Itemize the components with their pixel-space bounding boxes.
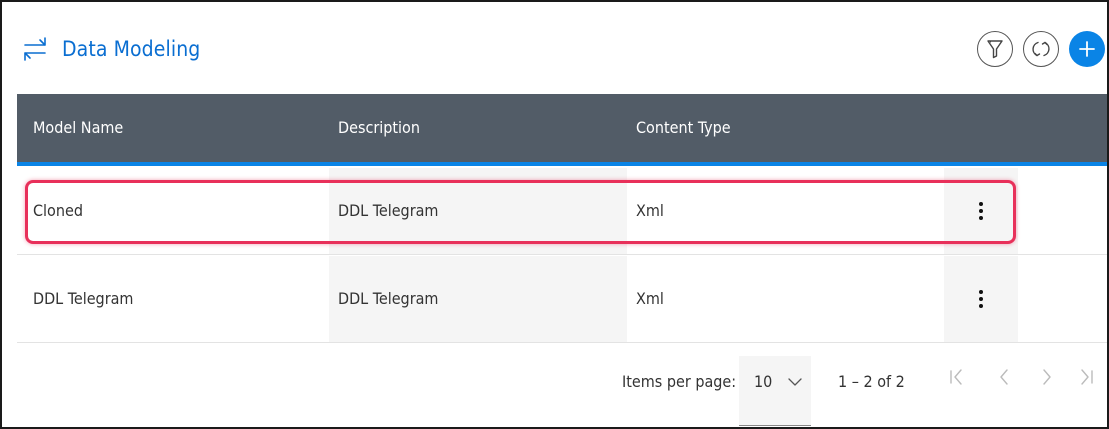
plus-icon bbox=[1079, 41, 1095, 57]
add-button[interactable] bbox=[1069, 31, 1105, 67]
table-row[interactable]: DDL Telegram DDL Telegram Xml bbox=[17, 256, 1107, 343]
filter-button[interactable] bbox=[977, 31, 1013, 67]
panel-header: Data Modeling bbox=[2, 2, 1107, 94]
data-modeling-panel: Data Modeling Model Name Description Con bbox=[0, 0, 1109, 429]
cell-model-name: Cloned bbox=[33, 201, 83, 220]
swap-arrows-icon bbox=[24, 37, 46, 61]
column-header-content-type[interactable]: Content Type bbox=[636, 94, 731, 162]
refresh-icon bbox=[1032, 41, 1050, 57]
more-vertical-icon[interactable] bbox=[971, 201, 991, 221]
title-area: Data Modeling bbox=[20, 32, 200, 66]
table-row[interactable]: Cloned DDL Telegram Xml bbox=[17, 168, 1107, 255]
prev-page-icon[interactable] bbox=[993, 366, 1015, 388]
cell-model-name: DDL Telegram bbox=[33, 289, 134, 308]
items-per-page-value: 10 bbox=[754, 372, 773, 391]
next-page-icon[interactable] bbox=[1036, 366, 1058, 388]
column-header-description[interactable]: Description bbox=[338, 94, 420, 162]
page-range: 1 – 2 of 2 bbox=[838, 372, 905, 391]
column-header-model-name[interactable]: Model Name bbox=[33, 94, 123, 162]
chevron-down-icon bbox=[788, 378, 802, 386]
first-page-icon[interactable] bbox=[946, 366, 968, 388]
page-title: Data Modeling bbox=[62, 37, 201, 61]
more-vertical-icon[interactable] bbox=[971, 289, 991, 309]
pagination: Items per page: 10 1 – 2 of 2 bbox=[2, 344, 1107, 427]
filter-icon bbox=[987, 40, 1003, 59]
cell-description: DDL Telegram bbox=[338, 201, 439, 220]
table-header: Model Name Description Content Type bbox=[17, 94, 1107, 166]
cell-content-type: Xml bbox=[636, 289, 664, 308]
items-per-page-select[interactable]: 10 bbox=[739, 356, 811, 426]
cell-description: DDL Telegram bbox=[338, 289, 439, 308]
refresh-button[interactable] bbox=[1023, 31, 1059, 67]
cell-content-type: Xml bbox=[636, 201, 664, 220]
items-per-page-label: Items per page: bbox=[622, 372, 737, 391]
last-page-icon[interactable] bbox=[1075, 366, 1097, 388]
